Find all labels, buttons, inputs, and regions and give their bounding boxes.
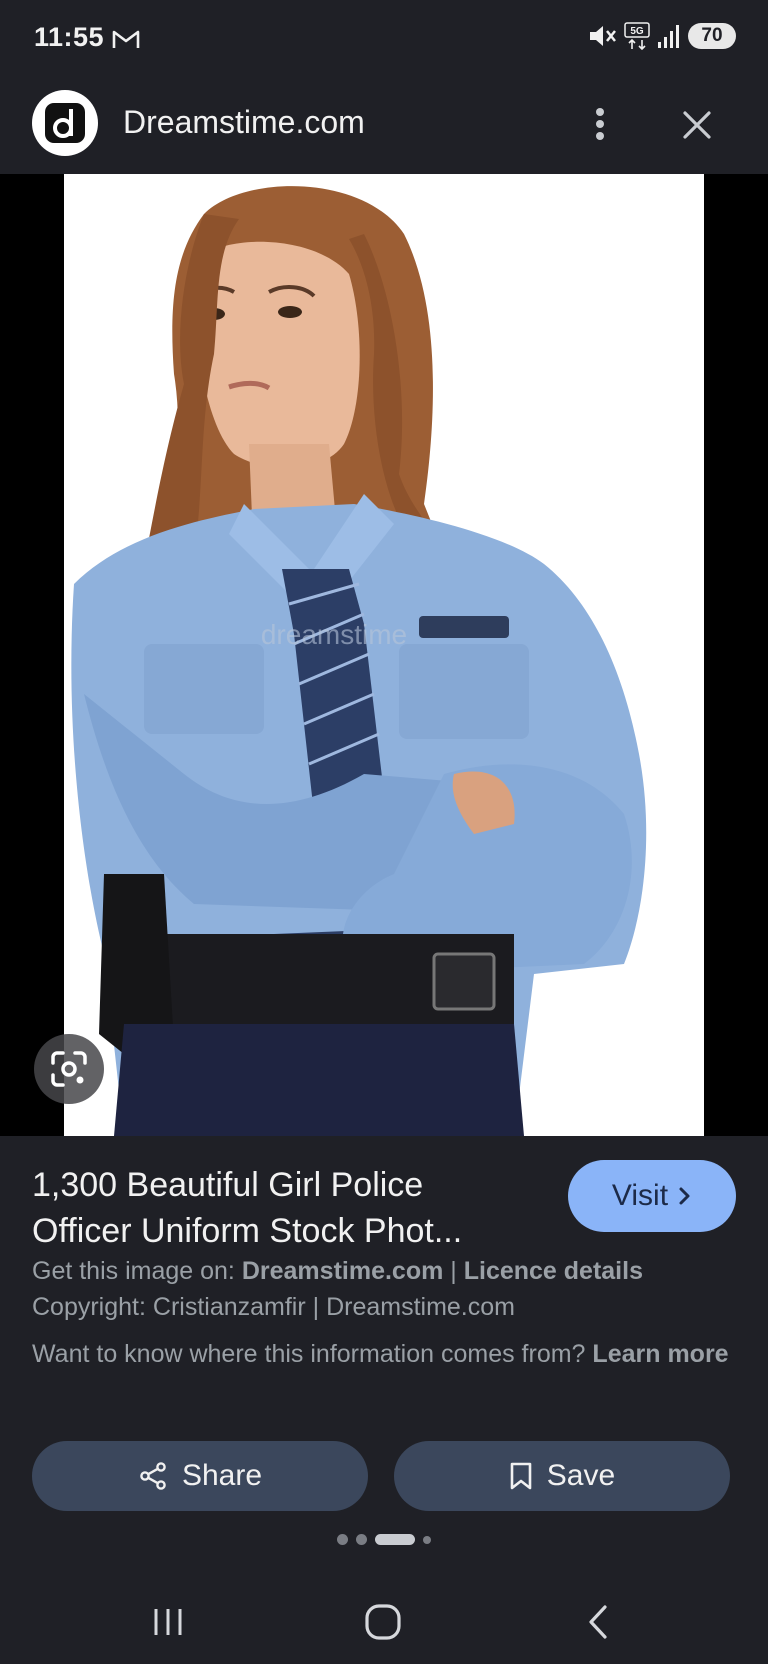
info-question: Want to know where this information come… bbox=[32, 1336, 732, 1372]
copyright-line: Copyright: Cristianzamfir | Dreamstime.c… bbox=[32, 1293, 515, 1321]
source-link[interactable]: Dreamstime.com bbox=[242, 1257, 443, 1285]
status-icons: 5G 70 bbox=[588, 22, 736, 50]
lens-icon bbox=[51, 1051, 87, 1087]
separator: | bbox=[450, 1257, 457, 1285]
chevron-right-icon bbox=[679, 1187, 690, 1205]
recents-button[interactable] bbox=[138, 1594, 198, 1650]
mute-icon bbox=[590, 26, 616, 46]
site-header: Dreamstime.com bbox=[0, 82, 768, 172]
bookmark-icon bbox=[510, 1462, 532, 1490]
battery-indicator: 70 bbox=[688, 23, 736, 49]
learn-more-link[interactable]: Learn more bbox=[592, 1340, 728, 1368]
pager-dot[interactable] bbox=[337, 1534, 348, 1545]
close-icon bbox=[683, 111, 711, 139]
pager-dot[interactable] bbox=[356, 1534, 367, 1545]
share-label: Share bbox=[181, 1459, 263, 1492]
site-name[interactable]: Dreamstime.com bbox=[123, 104, 365, 141]
info-question-text: Want to know where this information come… bbox=[32, 1340, 586, 1368]
status-bar: 11:55 5G 70 bbox=[0, 0, 768, 80]
signal-icon bbox=[658, 25, 679, 48]
police-officer-photo: dreamstime bbox=[64, 174, 704, 1136]
gmail-notification-icon bbox=[112, 30, 140, 48]
visit-button[interactable]: Visit bbox=[568, 1160, 736, 1232]
get-image-prefix: Get this image on: bbox=[32, 1257, 235, 1285]
image-viewer[interactable]: dreamstime bbox=[0, 174, 768, 1136]
share-icon bbox=[140, 1462, 166, 1490]
svg-text:5G: 5G bbox=[630, 26, 644, 37]
home-icon bbox=[365, 1604, 401, 1640]
pager-dot[interactable] bbox=[423, 1535, 431, 1544]
close-button[interactable] bbox=[672, 100, 722, 150]
visit-label: Visit bbox=[611, 1179, 669, 1212]
result-photo[interactable]: dreamstime bbox=[64, 174, 704, 1136]
home-button[interactable] bbox=[353, 1594, 413, 1650]
back-button[interactable] bbox=[568, 1594, 628, 1650]
back-icon bbox=[589, 1605, 607, 1639]
dreamstime-logo-icon bbox=[45, 103, 85, 143]
share-button[interactable]: Share bbox=[32, 1441, 368, 1511]
licence-details-link[interactable]: Licence details bbox=[464, 1257, 643, 1285]
5g-icon: 5G bbox=[624, 22, 650, 50]
recents-icon bbox=[154, 1609, 182, 1635]
result-title[interactable]: 1,300 Beautiful Girl Police Officer Unif… bbox=[32, 1162, 532, 1254]
google-lens-button[interactable] bbox=[34, 1034, 104, 1104]
save-label: Save bbox=[546, 1459, 616, 1492]
system-nav-bar bbox=[0, 1580, 768, 1664]
site-logo[interactable] bbox=[32, 90, 98, 156]
source-line: Get this image on: Dreamstime.com | Lice… bbox=[32, 1254, 752, 1288]
pager-dot-active[interactable] bbox=[375, 1534, 415, 1545]
more-vert-icon bbox=[596, 108, 604, 140]
svg-text:dreamstime: dreamstime bbox=[261, 619, 407, 650]
save-button[interactable]: Save bbox=[394, 1441, 730, 1511]
status-time: 11:55 bbox=[34, 22, 105, 52]
more-options-button[interactable] bbox=[582, 102, 618, 146]
carousel-pager bbox=[0, 1534, 768, 1545]
